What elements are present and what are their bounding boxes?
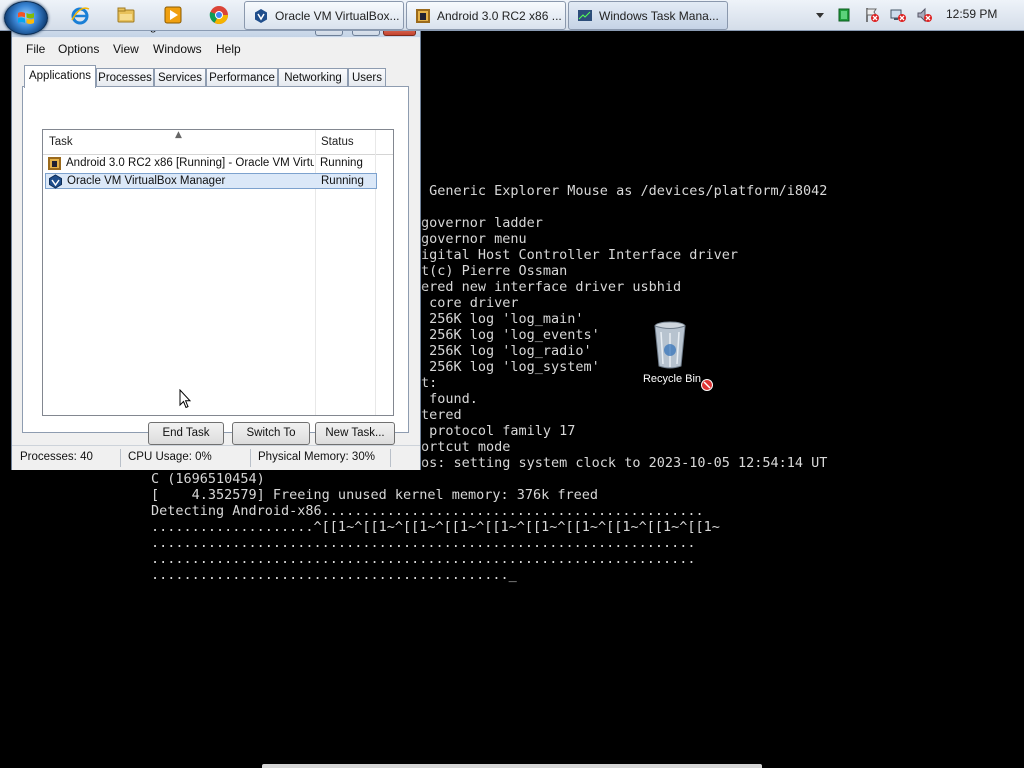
applications-panel: ▲ Task Status Android 3.0 RC2 x86 [Runni… [22,86,409,445]
mouse-pointer-icon [179,389,191,409]
status-physical-memory: Physical Memory: 30% [258,451,375,463]
console-line: Detecting Android-x86...................… [151,503,704,519]
console-line: 256K log 'log_system' [421,359,600,375]
tab-users[interactable]: Users [348,68,386,87]
taskbar: Oracle VM VirtualBox... Android 3.0 RC2 … [0,0,1024,35]
virtualbox-icon [255,8,267,23]
taskbar-button-android-vm[interactable]: Android 3.0 RC2 x86 ... [406,1,566,30]
column-header-task[interactable]: Task [49,136,73,148]
console-line: C (1696510454) [151,471,265,487]
console-line: t: [421,375,438,391]
network-disconnected-icon[interactable] [890,7,906,23]
virtualbox-vm-icon [416,8,430,23]
clock[interactable]: 12:59 PM [946,7,997,21]
task-status: Running [321,175,364,187]
status-divider [250,449,251,467]
recycle-bin[interactable]: Recycle Bin [640,320,720,391]
console-line: core driver [421,295,519,311]
console-line: ........................................… [151,535,696,551]
column-header-status[interactable]: Status [321,136,354,148]
recycle-bin-icon [654,321,686,369]
console-line: ....................^[[1~^[[1~^[[1~^[[1~… [151,519,720,535]
console-line: [ 4.352579] Freeing unused kernel memory… [151,487,599,503]
tab-networking[interactable]: Networking [278,68,348,87]
console-line: found. [421,391,478,407]
console-line: protocol family 17 [421,423,576,439]
console-line: Generic Explorer Mouse as /devices/platf… [421,183,828,199]
status-processes: Processes: 40 [20,451,93,463]
console-line: governor ladder [421,215,543,231]
show-hidden-icons-chevron-icon[interactable] [812,7,828,23]
end-task-button[interactable]: End Task [148,422,224,445]
taskbar-button-label: Oracle VM VirtualBox... [275,8,400,23]
media-player-icon[interactable] [163,5,183,25]
tab-services[interactable]: Services [154,68,206,87]
new-task-button[interactable]: New Task... [315,422,395,445]
menu-bar: File Options View Windows Help [12,38,420,61]
menu-view[interactable]: View [113,42,139,56]
task-manager-icon [578,9,592,21]
console-line: ........................................… [151,567,517,583]
console-line: os: setting system clock to 2023-10-05 1… [421,455,828,471]
task-name: Android 3.0 RC2 x86 [Running] - Oracle V… [66,157,314,169]
console-line: 256K log 'log_events' [421,327,600,343]
taskbar-button-virtualbox-manager[interactable]: Oracle VM VirtualBox... [244,1,404,30]
status-divider [120,449,121,467]
task-manager-window[interactable]: Windows Task Manager File Options View W… [11,22,421,470]
chrome-icon[interactable] [209,5,229,25]
console-line: igital Host Controller Interface driver [421,247,738,263]
menu-windows[interactable]: Windows [153,42,202,56]
menu-options[interactable]: Options [58,42,99,56]
console-line: 256K log 'log_radio' [421,343,592,359]
status-bar: Processes: 40 CPU Usage: 0% Physical Mem… [12,445,420,470]
virtualbox-vm-icon [48,157,61,170]
task-status: Running [320,157,363,169]
task-row-virtualbox-manager[interactable]: Oracle VM VirtualBox Manager Running [45,173,377,189]
taskbar-button-task-manager[interactable]: Windows Task Mana... [568,1,728,30]
task-list-header: ▲ Task Status [43,130,393,155]
vm-window-bottom-edge [262,764,762,768]
recycle-bin-label: Recycle Bin [642,373,702,385]
console-line: t(c) Pierre Ossman [421,263,568,279]
status-divider [390,449,391,467]
tab-performance[interactable]: Performance [206,68,278,87]
task-name: Oracle VM VirtualBox Manager [67,175,226,187]
virtualbox-icon [49,174,62,189]
task-row-android-vm[interactable]: Android 3.0 RC2 x86 [Running] - Oracle V… [45,156,375,172]
taskbar-button-label: Android 3.0 RC2 x86 ... [437,8,562,23]
volume-muted-icon[interactable] [916,7,932,23]
windows-logo-icon [18,12,34,24]
start-button[interactable] [4,1,48,35]
tab-processes[interactable]: Processes [96,68,154,87]
action-center-flag-icon[interactable] [864,7,880,23]
console-line: 256K log 'log_main' [421,311,584,327]
internet-explorer-icon[interactable] [70,5,90,25]
console-line: governor menu [421,231,527,247]
console-line: tered [421,407,462,423]
status-cpu-usage: CPU Usage: 0% [128,451,212,463]
task-manager-body: Applications Processes Services Performa… [12,60,420,445]
console-line: ........................................… [151,551,696,567]
menu-file[interactable]: File [26,42,45,56]
tab-applications[interactable]: Applications [24,65,96,88]
taskbar-button-label: Windows Task Mana... [599,8,719,23]
sort-ascending-icon: ▲ [175,130,182,140]
menu-help[interactable]: Help [216,42,241,56]
green-tray-icon[interactable] [836,7,852,23]
task-list[interactable]: ▲ Task Status Android 3.0 RC2 x86 [Runni… [42,129,394,416]
windows-explorer-icon[interactable] [116,5,136,25]
no-entry-icon [701,379,713,391]
switch-to-button[interactable]: Switch To [232,422,310,445]
console-line: ortcut mode [421,439,511,455]
console-line: ered new interface driver usbhid [421,279,682,295]
